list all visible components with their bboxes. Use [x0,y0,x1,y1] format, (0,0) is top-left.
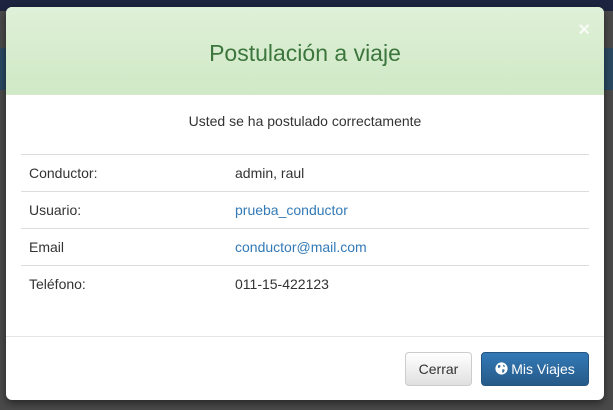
driver-info-table: Conductor: admin, raul Usuario: prueba_c… [21,154,589,302]
my-trips-button[interactable]: Mis Viajes [481,352,589,386]
close-button[interactable]: × [578,20,590,40]
phone-value: 011-15-422123 [235,276,329,292]
driver-label: Conductor: [29,165,98,181]
phone-label: Teléfono: [29,276,86,292]
username-label: Usuario: [29,202,82,218]
table-row: Conductor: admin, raul [21,154,589,192]
modal-header: × Postulación a viaje [6,7,604,95]
globe-icon [495,362,508,375]
modal-body: Usted se ha postulado correctamente Cond… [6,95,604,302]
success-message: Usted se ha postulado correctamente [188,113,422,129]
modal-title: Postulación a viaje [209,40,401,66]
table-row: Email conductor@mail.com [21,228,589,266]
close-modal-button[interactable]: Cerrar [405,352,472,386]
table-row: Usuario: prueba_conductor [21,191,589,229]
application-modal: × Postulación a viaje Usted se ha postul… [6,7,604,400]
email-label: Email [29,239,65,255]
username-link[interactable]: prueba_conductor [235,202,348,218]
email-link[interactable]: conductor@mail.com [235,239,367,255]
my-trips-label: Mis Viajes [511,361,575,377]
modal-footer: Cerrar Mis Viajes [6,336,604,400]
driver-value: admin, raul [235,165,305,181]
table-row: Teléfono: 011-15-422123 [21,265,589,303]
